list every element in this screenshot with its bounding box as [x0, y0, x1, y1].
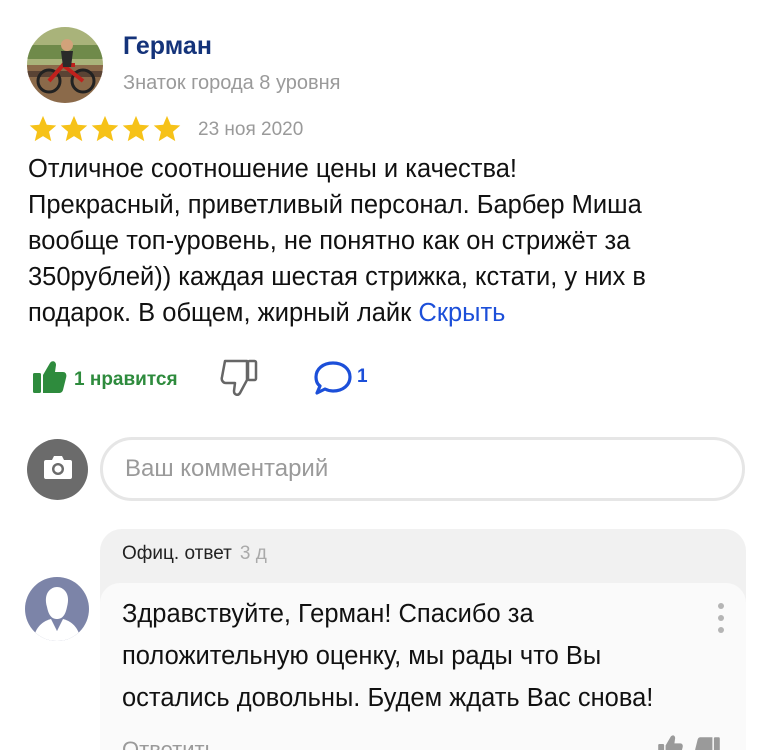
- review-text-line-last: подарок. В общем, жирный лайк Скрыть: [28, 295, 758, 331]
- reviewer-level: Знаток города 8 уровня: [123, 72, 341, 94]
- review-date: 23 ноя 2020: [198, 119, 304, 140]
- reviewer-name[interactable]: Герман: [123, 32, 212, 61]
- thumbs-down-icon: [217, 359, 261, 402]
- star-icon: [91, 115, 119, 142]
- thumbs-up-icon: [30, 358, 68, 401]
- rating-stars: [28, 113, 183, 147]
- official-reply-card: Офиц. ответ 3 д Здравствуйте, Герман! Спа…: [100, 529, 746, 750]
- comment-input[interactable]: [100, 437, 745, 501]
- review-text-line: подарок. В общем, жирный лайк: [28, 299, 412, 327]
- comment-count: 1: [357, 365, 368, 387]
- review-text-line: Отличное соотношение цены и качества!: [28, 155, 517, 183]
- reply-button[interactable]: Ответить: [122, 737, 216, 750]
- attach-photo-button[interactable]: [27, 439, 88, 500]
- star-icon: [29, 115, 57, 142]
- review-text: Отличное соотношение цены и качества! Пр…: [28, 151, 758, 331]
- thumbs-up-icon[interactable]: [656, 733, 684, 750]
- official-reply-time: 3 д: [239, 543, 267, 564]
- official-reply-text: Здравствуйте, Герман! Спасибо за положит…: [122, 593, 653, 719]
- comments-button[interactable]: 1: [313, 360, 368, 401]
- company-avatar[interactable]: [25, 577, 89, 641]
- review-text-line: Прекрасный, приветливый персонал. Барбер…: [28, 191, 642, 219]
- official-reply-line: Здравствуйте, Герман! Спасибо за: [122, 600, 534, 628]
- thumbs-down-icon[interactable]: [694, 735, 722, 750]
- review-text-line: вообще топ-уровень, не понятно как он ст…: [28, 227, 631, 255]
- vertical-dots-icon[interactable]: [716, 601, 726, 635]
- star-icon: [60, 115, 88, 142]
- official-reply-body: Здравствуйте, Герман! Спасибо за положит…: [100, 583, 746, 750]
- like-count-label: 1 нравится: [74, 368, 178, 390]
- speech-bubble-icon: [313, 360, 353, 401]
- star-icon: [153, 115, 181, 142]
- review-text-line: 350рублей)) каждая шестая стрижка, кстат…: [28, 263, 646, 291]
- reviewer-avatar[interactable]: [27, 27, 103, 103]
- official-reply-line: остались довольны. Будем ждать Вас снова…: [122, 684, 654, 712]
- star-icon: [122, 115, 150, 142]
- official-reply-header: Офиц. ответ 3 д: [122, 543, 267, 565]
- like-button[interactable]: 1 нравится: [30, 358, 178, 401]
- dislike-button[interactable]: [217, 356, 261, 398]
- camera-icon: [43, 454, 73, 485]
- official-reply-label: Офиц. ответ: [122, 543, 232, 564]
- hide-review-link[interactable]: Скрыть: [418, 299, 505, 327]
- official-reply-line: положительную оценку, мы рады что Вы: [122, 642, 602, 670]
